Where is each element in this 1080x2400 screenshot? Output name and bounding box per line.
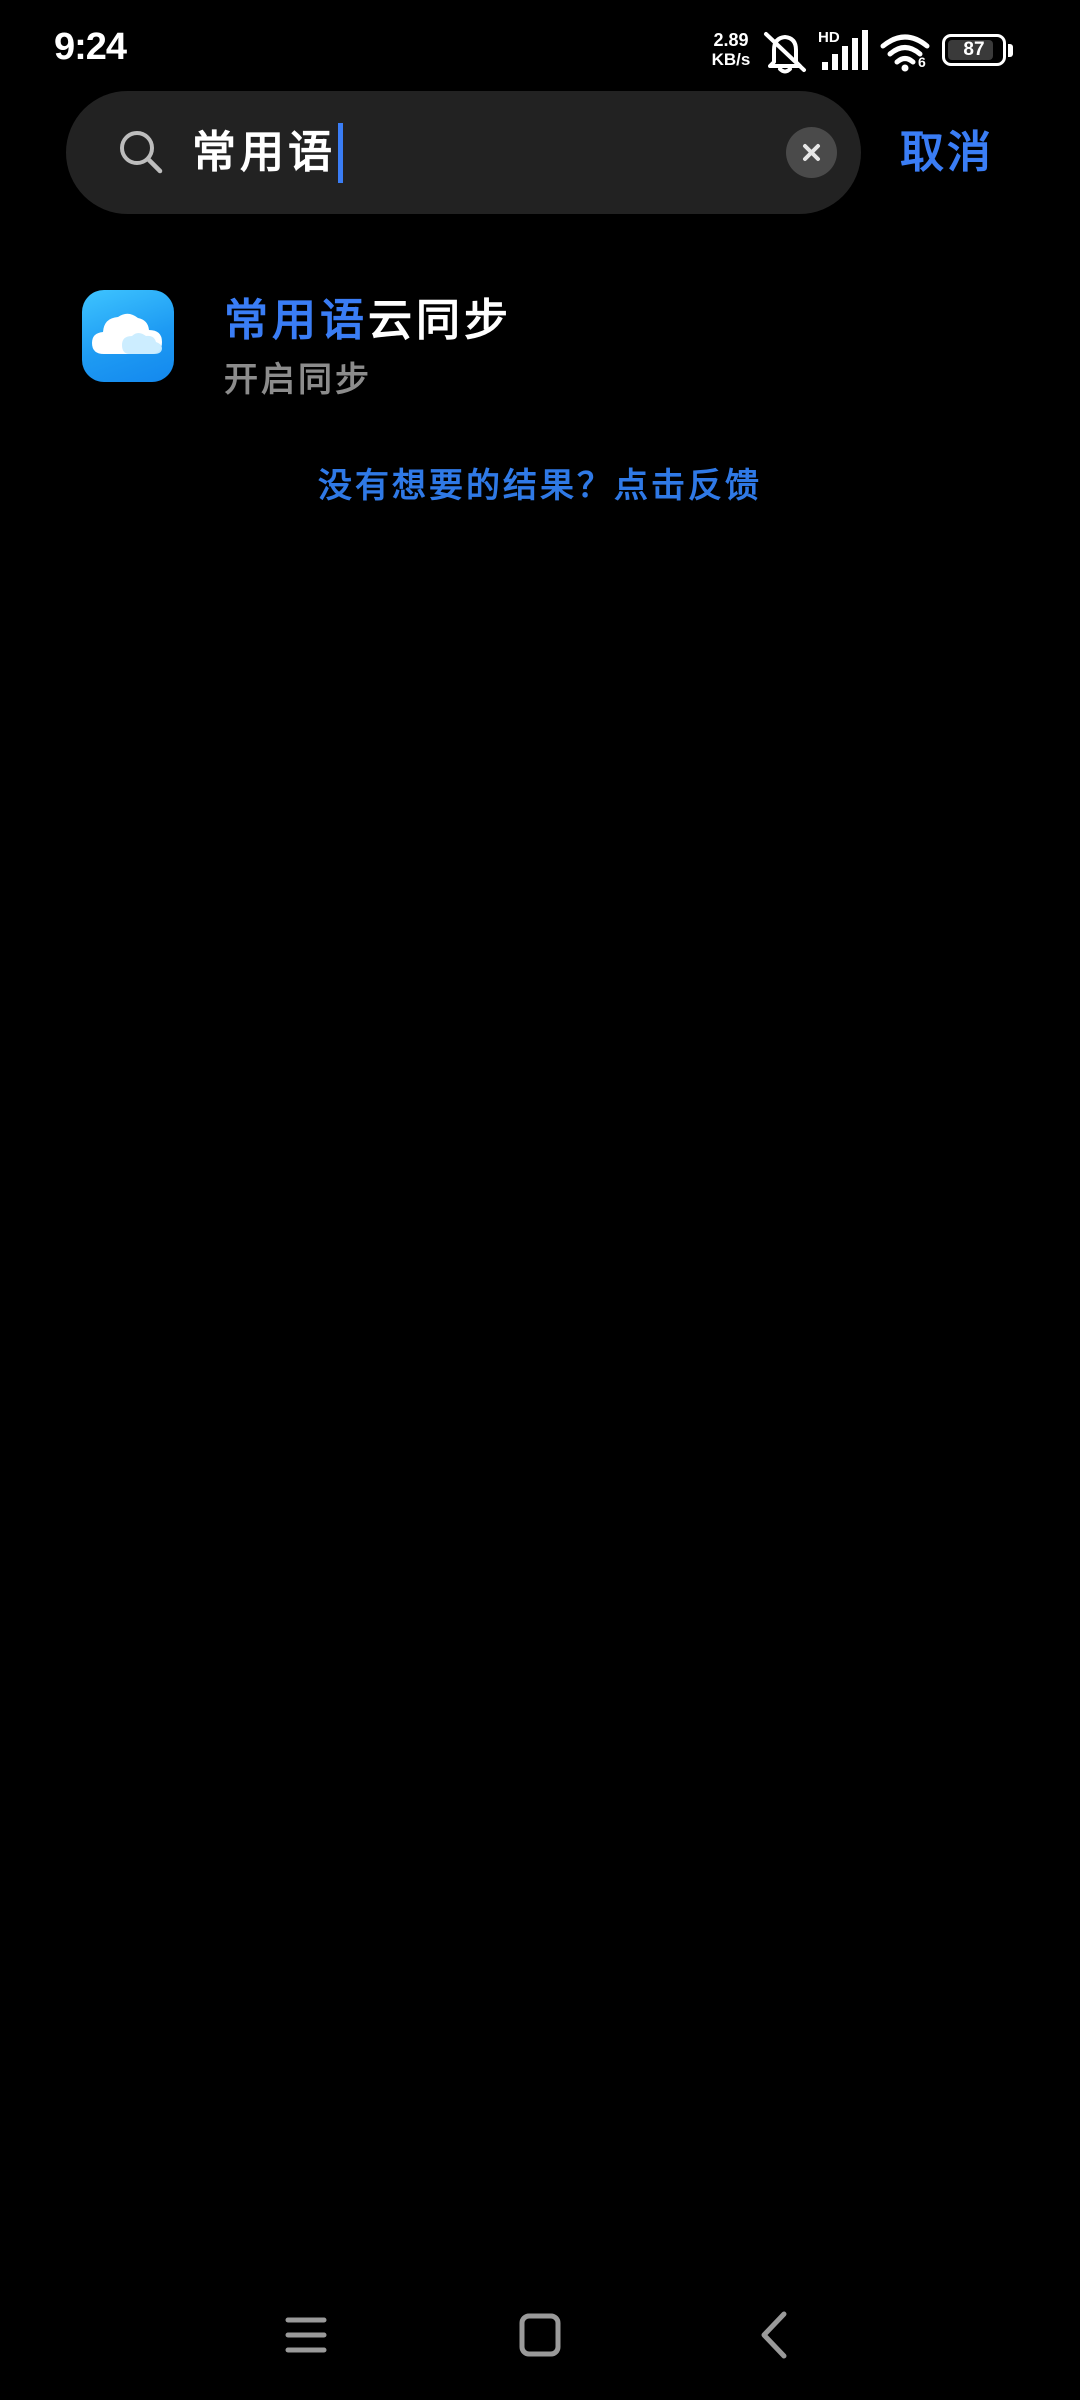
clear-button[interactable] [786,127,837,178]
result-title-rest: 云同步 [368,295,512,346]
result-title-highlight: 常用语 [224,295,368,346]
result-title: 常用语云同步 [224,284,512,348]
result-subtitle: 开启同步 [224,360,372,400]
search-input[interactable]: 常用语 [192,91,343,214]
feedback-link[interactable]: 没有想要的结果？点击反馈 [0,458,1080,507]
menu-icon[interactable] [266,2300,346,2370]
battery-icon: 87 [942,34,1006,66]
text-caret [338,122,343,183]
search-icon [120,131,163,174]
network-speed-unit: KB/s [711,50,751,69]
network-speed: 2.89 KB/s [708,30,754,70]
hd-label: HD [818,29,842,46]
mute-bell-icon [764,32,806,74]
search-query: 常用语 [192,127,336,178]
clock: 9:24 [54,26,127,68]
search-result-item[interactable]: 常用语云同步 开启同步 [0,270,1080,420]
search-bar[interactable]: 常用语 [66,91,861,214]
close-icon [803,144,820,161]
cloud-icon [82,290,174,382]
battery-tip [1008,44,1013,57]
home-icon[interactable] [500,2300,580,2370]
cancel-button[interactable]: 取消 [900,91,994,214]
cloud-glyph [92,313,162,354]
wifi-label: 6 [918,54,926,70]
back-icon[interactable] [734,2300,814,2370]
network-speed-value: 2.89 [713,30,749,50]
battery-level: 87 [963,39,985,60]
status-bar: 9:24 2.89 KB/s HD 6 87 [0,0,1080,90]
screen: 9:24 2.89 KB/s HD 6 87 常用语 取消 常用语云同步 开启同… [0,0,1080,2400]
